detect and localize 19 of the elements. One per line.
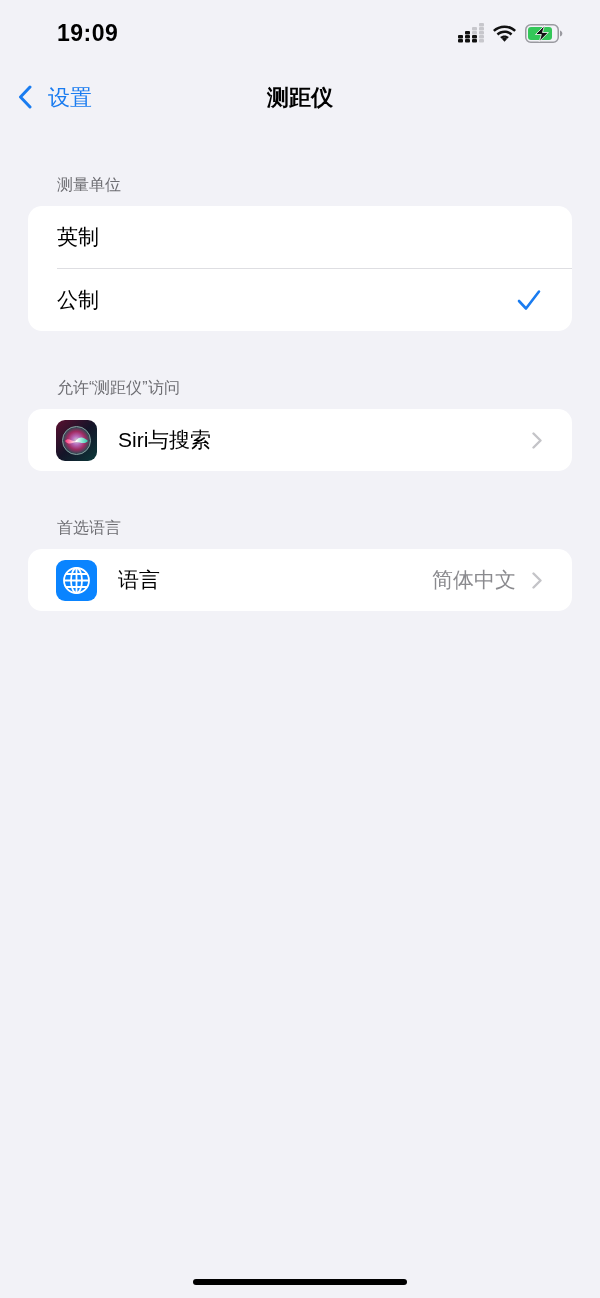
settings-row[interactable]: Siri与搜索 <box>28 409 572 471</box>
nav-title: 测距仪 <box>267 83 333 112</box>
unit-option[interactable]: 英制 <box>28 206 572 268</box>
section-header: 允许“测距仪”访问 <box>56 378 181 398</box>
cellular-signal-icon <box>458 23 484 43</box>
globe-icon <box>56 559 97 601</box>
back-button[interactable]: 设置 <box>18 80 92 114</box>
back-chevron-icon <box>18 85 32 109</box>
unit-option[interactable]: 公制 <box>28 269 572 331</box>
row-value: 简体中文 <box>432 567 516 594</box>
settings-row[interactable]: 语言 简体中文 <box>28 549 572 611</box>
siri-orb-icon <box>56 419 97 461</box>
section-header: 首选语言 <box>56 518 122 538</box>
wifi-icon <box>493 24 516 42</box>
chevron-right-icon <box>532 571 542 589</box>
status-time: 19:09 <box>57 18 119 48</box>
chevron-right-icon <box>532 431 542 449</box>
battery-charging-icon <box>525 23 563 43</box>
section-header: 测量单位 <box>56 175 122 195</box>
